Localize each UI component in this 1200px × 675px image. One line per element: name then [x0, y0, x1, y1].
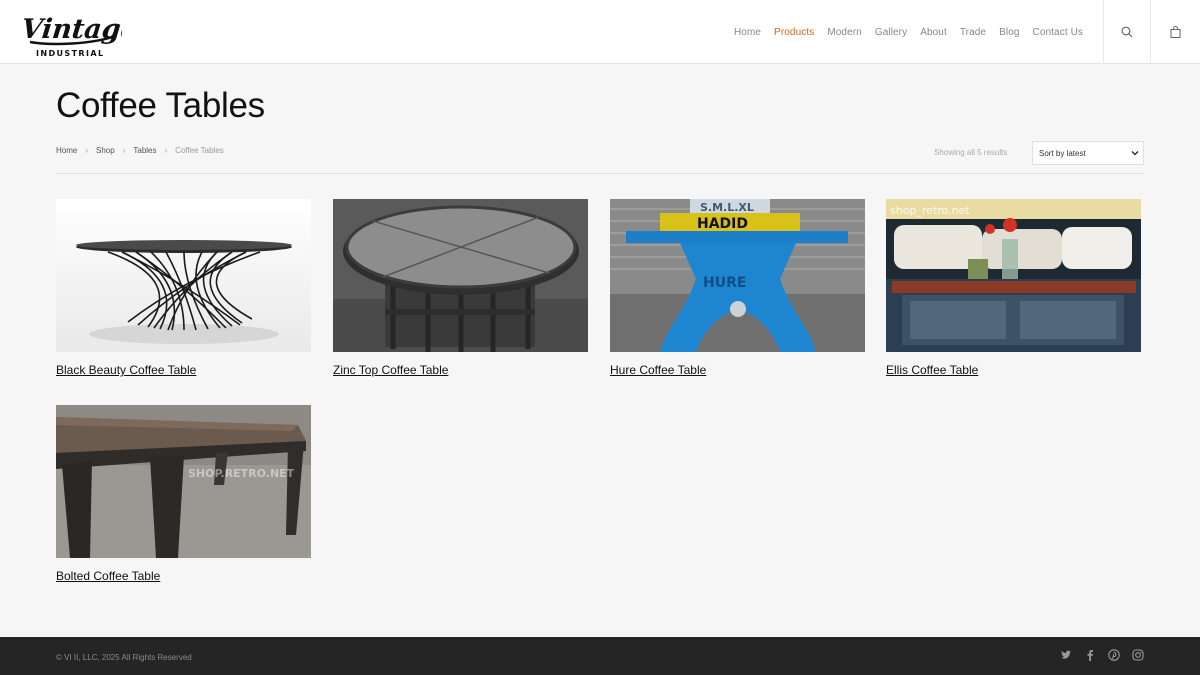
breadcrumb-home[interactable]: Home — [56, 146, 77, 155]
pinterest-icon[interactable] — [1108, 648, 1120, 661]
product-name[interactable]: Hure Coffee Table — [610, 363, 865, 377]
social-links — [1060, 648, 1144, 661]
logo-wordmark: Vintage — [22, 14, 122, 45]
image-text: HURE — [703, 275, 746, 291]
chevron-right-icon: › — [164, 146, 168, 155]
sort-selected-value: Sort by latest — [1039, 148, 1086, 158]
product-name[interactable]: Ellis Coffee Table — [886, 363, 1141, 377]
breadcrumb-current: Coffee Tables — [175, 146, 224, 155]
product-name[interactable]: Black Beauty Coffee Table — [56, 363, 311, 377]
sort-select[interactable]: Sort by latest — [1032, 141, 1144, 165]
image-text: SHOP.RETRO.NET — [188, 467, 295, 480]
image-text: HADID — [697, 216, 748, 232]
facebook-icon[interactable] — [1084, 648, 1096, 661]
page-title: Coffee Tables — [56, 86, 265, 125]
product-image-hure[interactable]: S.M.L.XL HADID HURE — [610, 199, 865, 352]
result-count: Showing all 5 results — [934, 148, 1008, 157]
chevron-down-icon — [1131, 151, 1139, 156]
image-text: S.M.L.XL — [700, 201, 754, 214]
product-image-bolted[interactable]: SHOP.RETRO.NET — [56, 405, 311, 558]
nav-about[interactable]: About — [920, 27, 947, 38]
nav-trade[interactable]: Trade — [960, 27, 986, 38]
shopping-bag-icon — [1170, 26, 1181, 38]
twitter-icon[interactable] — [1060, 648, 1072, 660]
product-image-zinc-top[interactable] — [333, 199, 588, 352]
nav-products[interactable]: Products — [774, 27, 814, 38]
product-card: shop_retro.net Ellis Coffee Table — [886, 199, 1141, 377]
product-name[interactable]: Zinc Top Coffee Table — [333, 363, 588, 377]
nav-blog[interactable]: Blog — [999, 27, 1019, 38]
instagram-icon[interactable] — [1132, 648, 1144, 661]
breadcrumb: Home › Shop › Tables › Coffee Tables — [56, 146, 224, 155]
product-card: S.M.L.XL HADID HURE Hure Coffee Table — [610, 199, 865, 377]
site-logo[interactable]: Vintage INDUSTRIAL — [20, 6, 140, 60]
product-name[interactable]: Bolted Coffee Table — [56, 569, 311, 583]
product-image-ellis[interactable]: shop_retro.net — [886, 199, 1141, 352]
site-header: Vintage INDUSTRIAL Home Products Modern … — [0, 0, 1200, 64]
search-button[interactable] — [1103, 0, 1150, 64]
nav-gallery[interactable]: Gallery — [875, 27, 907, 38]
main-nav: Home Products Modern Gallery About Trade… — [734, 0, 1083, 64]
site-footer: © VI II, LLC, 2025 All Rights Reserved — [0, 637, 1200, 675]
divider — [56, 173, 1144, 174]
cart-button[interactable] — [1150, 0, 1200, 64]
nav-contact-us[interactable]: Contact Us — [1033, 27, 1083, 38]
logo-subtext: INDUSTRIAL — [36, 49, 104, 58]
chevron-right-icon: › — [122, 146, 126, 155]
image-text: shop_retro.net — [890, 204, 970, 217]
product-image-black-beauty[interactable] — [56, 199, 311, 352]
product-card: Black Beauty Coffee Table — [56, 199, 311, 377]
nav-home[interactable]: Home — [734, 27, 761, 38]
product-card: Zinc Top Coffee Table — [333, 199, 588, 377]
product-card: SHOP.RETRO.NET Bolted Coffee Table — [56, 405, 311, 583]
chevron-right-icon: › — [85, 146, 89, 155]
nav-modern[interactable]: Modern — [827, 27, 862, 38]
breadcrumb-shop[interactable]: Shop — [96, 146, 115, 155]
breadcrumb-tables[interactable]: Tables — [133, 146, 156, 155]
search-icon — [1121, 26, 1133, 38]
copyright-text: © VI II, LLC, 2025 All Rights Reserved — [56, 653, 192, 662]
